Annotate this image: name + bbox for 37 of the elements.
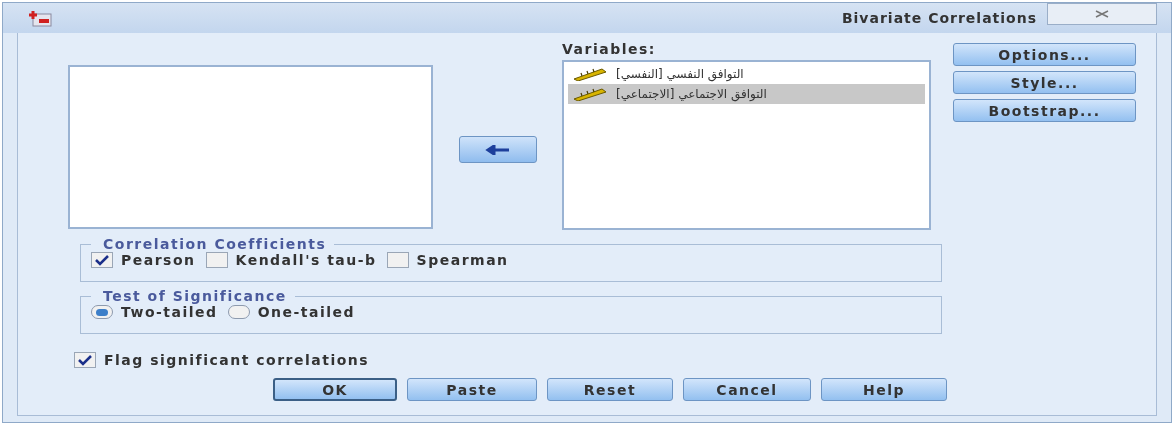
variables-label: Variables: bbox=[562, 41, 657, 59]
dialog-button[interactable]: OK bbox=[273, 378, 397, 401]
dialog-button[interactable]: Help bbox=[821, 378, 947, 401]
variable-item[interactable]: التوافق النفسي [النفسي] bbox=[568, 64, 925, 84]
close-button[interactable] bbox=[1047, 3, 1157, 25]
group-title: Test of Significance bbox=[102, 288, 288, 304]
side-button[interactable]: Options... bbox=[953, 43, 1136, 66]
variable-name: التوافق النفسي [النفسي] bbox=[616, 67, 744, 81]
checkbox[interactable] bbox=[74, 352, 96, 368]
radio-button[interactable] bbox=[91, 305, 113, 319]
app-icon bbox=[27, 9, 53, 27]
radio-label[interactable]: Two-tailed bbox=[121, 304, 218, 320]
checkbox[interactable] bbox=[205, 252, 228, 268]
dialog-button[interactable]: Reset bbox=[547, 378, 673, 401]
radio-button[interactable] bbox=[227, 305, 250, 319]
group-title: Correlation Coefficients bbox=[102, 236, 328, 252]
scale-variable-icon bbox=[572, 87, 608, 101]
scale-variable-icon bbox=[572, 67, 608, 81]
dialog-button[interactable]: Paste bbox=[407, 378, 537, 401]
source-variable-list[interactable] bbox=[68, 65, 434, 229]
side-button[interactable]: Bootstrap... bbox=[953, 99, 1136, 122]
arrow-left-icon bbox=[484, 144, 511, 155]
move-button[interactable] bbox=[458, 136, 537, 163]
side-button[interactable]: Style... bbox=[953, 71, 1136, 94]
radio-label[interactable]: One-tailed bbox=[257, 304, 356, 320]
checkbox-label[interactable]: Pearson bbox=[121, 252, 196, 268]
checkbox[interactable] bbox=[91, 252, 113, 268]
checkbox-label[interactable]: Kendall's tau-b bbox=[235, 252, 377, 268]
checkbox-label[interactable]: Spearman bbox=[416, 252, 509, 268]
window-title: Bivariate Correlations bbox=[841, 10, 1037, 26]
close-icon bbox=[1095, 10, 1109, 18]
dialog-button[interactable]: Cancel bbox=[683, 378, 811, 401]
checkbox-label[interactable]: Flag significant correlations bbox=[104, 352, 370, 368]
variable-name: التوافق الاجتماعي [الاجتماعي] bbox=[616, 87, 767, 101]
variable-item[interactable]: التوافق الاجتماعي [الاجتماعي] bbox=[568, 84, 925, 104]
variables-list[interactable]: التوافق النفسي [النفسي] التوافق الاجتماعي [الاجتماعي] bbox=[562, 60, 931, 230]
checkbox[interactable] bbox=[386, 252, 409, 268]
